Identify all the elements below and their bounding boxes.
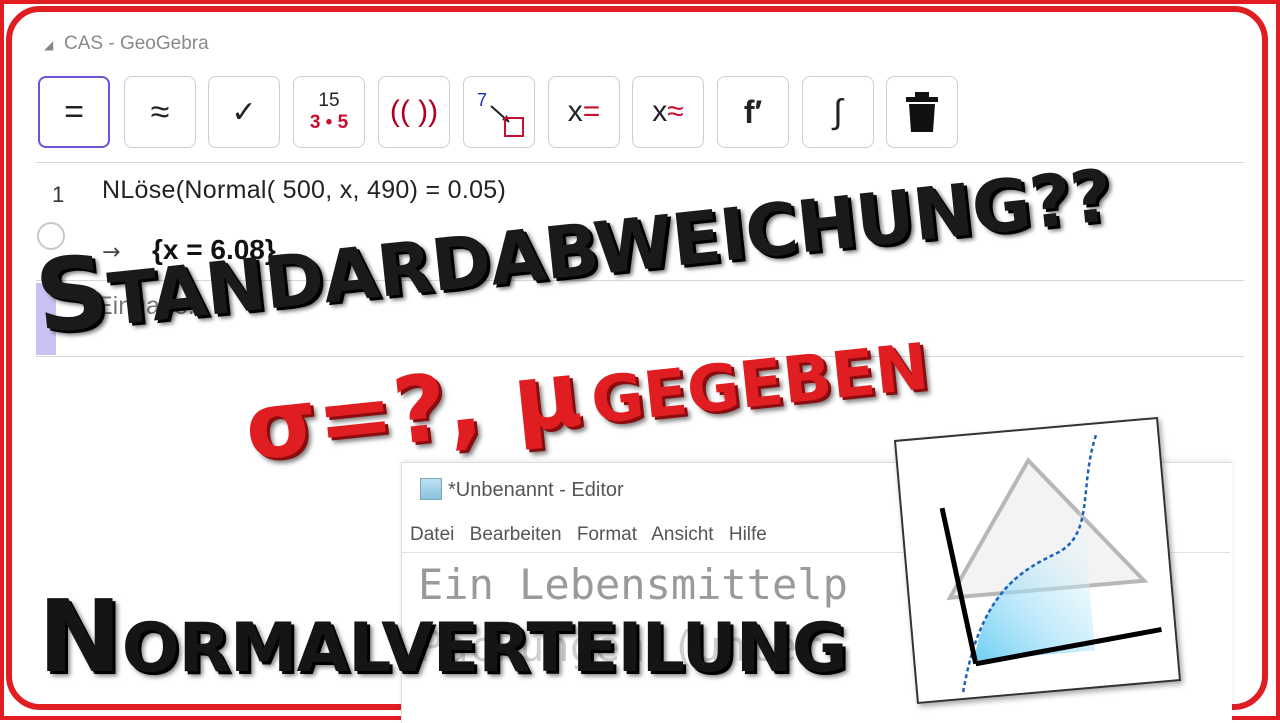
numeric-button[interactable]: ≈ <box>124 76 196 148</box>
menu-bearbeiten[interactable]: Bearbeiten <box>470 524 562 545</box>
curve-graph-icon <box>939 434 1162 693</box>
solve-numerically-button[interactable]: x ≈ <box>632 76 704 148</box>
substitute-icon: 7 <box>477 90 524 137</box>
menu-hilfe[interactable]: Hilfe <box>729 524 767 545</box>
geogebra-icon: ◢ <box>44 38 54 52</box>
evaluate-label: = <box>64 92 84 131</box>
editor-title-text: *Unbenannt - Editor <box>448 479 624 501</box>
evaluate-button[interactable]: = <box>38 76 110 148</box>
window-title: ◢ CAS - GeoGebra <box>44 33 209 55</box>
solve-x-label: x <box>567 95 583 128</box>
expand-button[interactable]: (( )) <box>378 76 450 148</box>
factor-bottom-label: 3 • 5 <box>309 112 349 133</box>
factor-button[interactable]: 15 3 • 5 <box>293 76 365 148</box>
bottom-rest: ORMALVERTEILUNG <box>121 609 848 688</box>
factor-top-label: 15 <box>318 90 340 111</box>
bottom-first-letter: N <box>38 578 122 695</box>
editor-menu-bar: Datei Bearbeiten Format Ansicht Hilfe <box>410 524 777 546</box>
substitute-button[interactable]: 7 <box>463 76 535 148</box>
nsolve-op-label: ≈ <box>667 95 684 128</box>
window-title-text: CAS - GeoGebra <box>64 33 209 54</box>
row-number-1: 1 <box>52 182 65 207</box>
menu-format[interactable]: Format <box>577 524 637 545</box>
numeric-label: ≈ <box>150 92 170 131</box>
editor-title: *Unbenannt - Editor <box>420 478 624 502</box>
trash-icon <box>906 92 938 132</box>
expand-label: (( )) <box>389 95 439 128</box>
derivative-button[interactable]: f′ <box>717 76 789 148</box>
menu-ansicht[interactable]: Ansicht <box>651 524 713 545</box>
headline-first-letter: S <box>30 232 114 357</box>
headline-normalverteilung: NORMALVERTEILUNG <box>38 578 848 695</box>
substitute-number: 7 <box>477 90 487 110</box>
graph-card <box>893 416 1182 705</box>
integral-label: ∫ <box>833 92 843 131</box>
keep-input-button[interactable]: ✓ <box>208 76 280 148</box>
menu-datei[interactable]: Datei <box>410 524 454 545</box>
solve-button[interactable]: x = <box>548 76 620 148</box>
derivative-label: f′ <box>743 93 763 130</box>
delete-button[interactable] <box>886 76 958 148</box>
solve-op-label: = <box>582 95 601 128</box>
nsolve-x-label: x <box>652 95 668 128</box>
keep-input-label: ✓ <box>231 95 257 129</box>
integral-button[interactable]: ∫ <box>802 76 874 148</box>
notepad-icon <box>420 478 442 500</box>
